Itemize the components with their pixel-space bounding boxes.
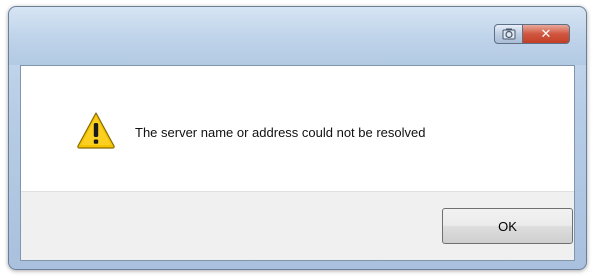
help-icon	[502, 28, 515, 40]
ok-button[interactable]: OK	[442, 208, 573, 244]
close-button[interactable]: ✕	[523, 24, 570, 44]
error-message: The server name or address could not be …	[135, 125, 426, 140]
help-button[interactable]	[494, 24, 523, 44]
title-bar-buttons: ✕	[494, 24, 570, 44]
close-icon: ✕	[540, 26, 552, 42]
button-bar: OK	[21, 191, 574, 260]
dialog-body: The server name or address could not be …	[20, 65, 575, 261]
title-bar[interactable]: ✕	[9, 7, 586, 65]
warning-icon	[77, 112, 115, 149]
message-area: The server name or address could not be …	[21, 66, 574, 191]
error-dialog-window: ✕ The server name or address could not b…	[8, 6, 587, 270]
